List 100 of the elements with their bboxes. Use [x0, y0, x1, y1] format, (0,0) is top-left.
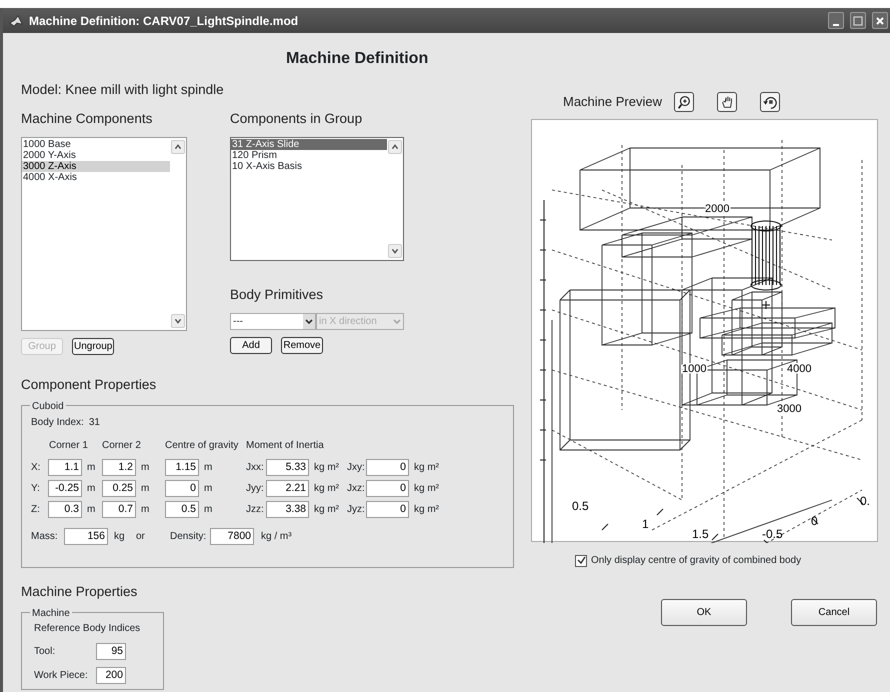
component-label: 3000 — [777, 403, 802, 415]
unit-label: kg m² — [313, 502, 340, 517]
number-field[interactable]: 156 — [64, 528, 108, 545]
close-button[interactable] — [872, 12, 888, 29]
list-item[interactable]: 1000 Base — [22, 138, 170, 150]
field-value: 31 — [88, 416, 100, 430]
unit-label: m — [140, 482, 150, 496]
ungroup-button[interactable]: Ungroup — [72, 338, 114, 354]
number-field[interactable]: 5.33 — [266, 458, 309, 476]
dialog-heading: Machine Definition — [286, 49, 428, 69]
field-label: Tool: — [34, 644, 56, 658]
number-field[interactable]: 1.1 — [48, 458, 82, 476]
number-field[interactable]: 0.7 — [102, 500, 136, 518]
unit-label: kg m² — [313, 460, 340, 475]
unit-label: kg / m³ — [260, 530, 292, 544]
cancel-button[interactable]: Cancel — [791, 599, 877, 626]
model-label: Model: Knee mill with light spindle — [21, 81, 225, 99]
section-label: Components in Group — [230, 110, 364, 128]
number-field[interactable]: 0 — [165, 480, 199, 497]
maximize-button[interactable] — [850, 12, 866, 29]
list-item[interactable]: 120 Prism — [231, 150, 387, 160]
axis-label: X: — [31, 460, 42, 475]
scroll-up-button[interactable] — [388, 140, 402, 154]
number-field[interactable]: 95 — [96, 642, 126, 660]
column-header: Centre of gravity — [165, 438, 240, 453]
column-header: Corner 2 — [102, 438, 142, 453]
checkbox[interactable] — [575, 554, 587, 566]
unit-label: kg m² — [413, 460, 439, 475]
remove-button[interactable]: Remove — [281, 336, 323, 354]
or-label: or — [136, 530, 146, 544]
minimize-icon — [833, 24, 839, 26]
field-label: Density: — [170, 530, 208, 544]
column-header: Moment of Inertia — [246, 438, 325, 453]
close-icon — [875, 16, 885, 26]
unit-label: kg m² — [413, 502, 439, 517]
list-item[interactable]: 31 Z-Axis Slide — [231, 138, 387, 150]
section-label: Machine Properties — [21, 582, 138, 601]
unit-label: m — [86, 460, 96, 475]
unit-label: kg — [113, 530, 126, 544]
scroll-down-button[interactable] — [171, 314, 185, 328]
scroll-up-button[interactable] — [171, 140, 185, 154]
number-field[interactable]: 0.3 — [48, 500, 82, 518]
preview-label: Machine Preview — [563, 93, 663, 112]
ok-button[interactable]: OK — [661, 599, 747, 626]
hand-tool[interactable] — [717, 92, 737, 112]
inertia-label: Jyy: — [246, 482, 265, 496]
number-field[interactable]: 1.2 — [102, 458, 136, 476]
unit-label: kg m² — [413, 482, 439, 496]
field-label: Mass: — [31, 530, 59, 544]
number-field[interactable]: 3.38 — [266, 500, 309, 518]
number-field[interactable]: 200 — [96, 666, 126, 684]
number-field[interactable]: 0.25 — [102, 480, 136, 497]
field-label: Reference Body Indices — [34, 622, 140, 636]
unit-label: m — [203, 482, 214, 496]
inertia-label: Jxz: — [347, 482, 366, 496]
column-header: Corner 1 — [49, 438, 89, 453]
app-icon — [9, 14, 23, 26]
axis-tick-label: 1 — [642, 517, 649, 531]
list-box[interactable]: 1000 Base 2000 Y-Axis 3000 Z-Axis 4000 X-Axis — [21, 136, 187, 330]
axis-label: Z: — [31, 502, 41, 517]
number-field[interactable]: -0.25 — [48, 480, 82, 497]
scroll-down-button[interactable] — [388, 244, 402, 258]
inertia-label: Jzz: — [246, 502, 265, 517]
unit-label: kg m² — [313, 482, 340, 496]
list-box[interactable]: 31 Z-Axis Slide 120 Prism 10 X-Axis Basis — [230, 136, 404, 260]
inertia-label: Jyz: — [347, 502, 366, 517]
list-item[interactable]: 2000 Y-Axis — [22, 150, 170, 160]
axis-tick-label: 0. — [860, 494, 870, 508]
minimize-button[interactable] — [828, 12, 844, 29]
number-field[interactable]: 1.15 — [165, 458, 199, 476]
unit-label: m — [203, 460, 214, 475]
number-field[interactable]: 0 — [366, 458, 409, 476]
window-title: Machine Definition: CARV07_LightSpindle.mod — [29, 12, 300, 30]
shape-dropdown[interactable]: --- — [230, 312, 316, 330]
list-item[interactable]: 3000 Z-Axis — [22, 160, 170, 172]
section-label: Component Properties — [21, 376, 158, 394]
number-field[interactable]: 7800 — [210, 528, 254, 545]
axis-tick-label: 0.5 — [572, 499, 589, 513]
zoom-in-tool[interactable] — [674, 92, 694, 112]
section-label: Body Primitives — [230, 286, 324, 304]
zoom-in-icon — [676, 93, 692, 111]
number-field[interactable]: 0 — [366, 500, 409, 518]
unit-label: m — [140, 502, 150, 517]
section-label: Machine Components — [21, 110, 154, 128]
field-label: Work Piece: — [34, 668, 89, 682]
unit-label: m — [86, 482, 96, 496]
field-label: Body Index: — [31, 416, 84, 430]
number-field[interactable]: 0.5 — [165, 500, 199, 518]
axis-tick-label: 1.5 — [692, 527, 709, 541]
inertia-label: Jxx: — [246, 460, 265, 475]
checkbox-label: Only display centre of gravity of combined body — [591, 554, 802, 568]
list-item[interactable]: 4000 X-Axis — [22, 172, 170, 182]
number-field[interactable]: 2.21 — [266, 480, 309, 497]
list-item[interactable]: 10 X-Axis Basis — [231, 160, 387, 172]
unit-label: m — [203, 502, 214, 517]
number-field[interactable]: 0 — [366, 480, 409, 497]
inertia-label: Jxy: — [347, 460, 366, 475]
rotate-tool[interactable] — [760, 92, 780, 112]
maximize-icon — [853, 16, 863, 26]
add-button[interactable]: Add — [230, 336, 272, 354]
